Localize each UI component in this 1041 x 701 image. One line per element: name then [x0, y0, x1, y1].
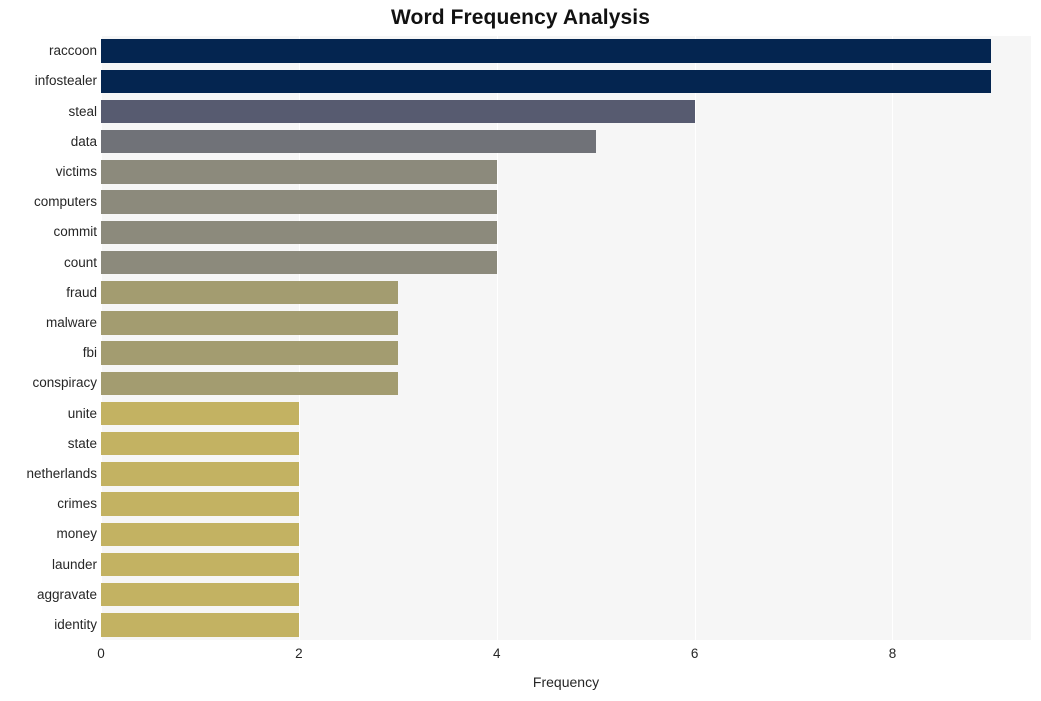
- y-tick-label-netherlands: netherlands: [26, 465, 97, 481]
- bar-row: [101, 552, 1031, 577]
- y-tick-label-launder: launder: [51, 556, 97, 572]
- bar-unite: [101, 401, 299, 426]
- bar-row: [101, 341, 1031, 365]
- bar-row: [101, 311, 1031, 335]
- x-tick-label-0: 0: [97, 646, 105, 661]
- y-tick-label-computers: computers: [33, 194, 97, 210]
- x-tick-label-2: 2: [295, 646, 303, 661]
- bar-aggravate: [101, 582, 299, 607]
- y-tick-label-data: data: [70, 133, 97, 149]
- bar-identity: [101, 613, 299, 637]
- y-tick-label-fraud: fraud: [66, 284, 97, 300]
- bar-row: [101, 431, 1031, 456]
- y-tick-label-conspiracy: conspiracy: [32, 375, 97, 391]
- y-tick-label-unite: unite: [67, 405, 97, 421]
- y-tick-label-count: count: [63, 254, 97, 270]
- bar-commit: [101, 220, 497, 245]
- y-tick-label-raccoon: raccoon: [48, 43, 97, 59]
- bar-series: [101, 36, 1031, 640]
- bar-fraud: [101, 280, 398, 305]
- bar-row: [101, 522, 1031, 547]
- bar-row: [101, 129, 1031, 154]
- bar-steal: [101, 99, 695, 124]
- x-axis-tick-labels: 0 2 4 6 8: [0, 646, 1041, 668]
- bar-row: [101, 582, 1031, 607]
- bar-row: [101, 160, 1031, 184]
- y-tick-label-malware: malware: [45, 314, 97, 330]
- y-axis-tick-labels: raccoon infostealer steal data victims comput…: [0, 36, 97, 640]
- bar-crimes: [101, 492, 299, 516]
- bar-row: [101, 39, 1031, 63]
- bar-conspiracy: [101, 371, 398, 396]
- word-frequency-chart: Word Frequency Analysis raccoon infosteal…: [0, 0, 1041, 701]
- bar-row: [101, 401, 1031, 426]
- x-axis-label: Frequency: [532, 674, 600, 690]
- bar-row: [101, 613, 1031, 637]
- x-tick-label-6: 6: [690, 646, 699, 661]
- bar-row: [101, 462, 1031, 486]
- bar-fbi: [101, 341, 398, 365]
- bar-state: [101, 431, 299, 456]
- bar-row: [101, 190, 1031, 214]
- bar-row: [101, 250, 1031, 275]
- plot-area: [101, 36, 1031, 640]
- bar-computers: [101, 190, 497, 214]
- x-tick-label-4: 4: [492, 646, 501, 661]
- y-tick-label-aggravate: aggravate: [36, 586, 97, 602]
- bar-victims: [101, 160, 497, 184]
- bar-row: [101, 280, 1031, 305]
- y-tick-label-fbi: fbi: [82, 345, 97, 361]
- bar-row: [101, 99, 1031, 124]
- y-tick-label-commit: commit: [53, 224, 98, 240]
- y-tick-label-money: money: [56, 526, 97, 542]
- y-tick-label-infostealer: infostealer: [34, 73, 97, 89]
- bar-malware: [101, 311, 398, 335]
- bar-row: [101, 69, 1031, 94]
- y-tick-label-victims: victims: [55, 163, 97, 179]
- bar-netherlands: [101, 462, 299, 486]
- bar-count: [101, 250, 497, 275]
- bar-row: [101, 220, 1031, 245]
- y-tick-label-steal: steal: [68, 103, 97, 119]
- bar-raccoon: [101, 39, 992, 63]
- x-tick-label-8: 8: [888, 646, 897, 661]
- chart-title: Word Frequency Analysis: [390, 6, 651, 29]
- bar-launder: [101, 552, 299, 577]
- bar-infostealer: [101, 69, 992, 94]
- y-tick-label-state: state: [67, 435, 97, 451]
- bar-money: [101, 522, 299, 547]
- bar-row: [101, 492, 1031, 516]
- bar-row: [101, 371, 1031, 396]
- y-tick-label-identity: identity: [54, 616, 97, 632]
- bar-data: [101, 129, 596, 154]
- y-tick-label-crimes: crimes: [57, 496, 97, 512]
